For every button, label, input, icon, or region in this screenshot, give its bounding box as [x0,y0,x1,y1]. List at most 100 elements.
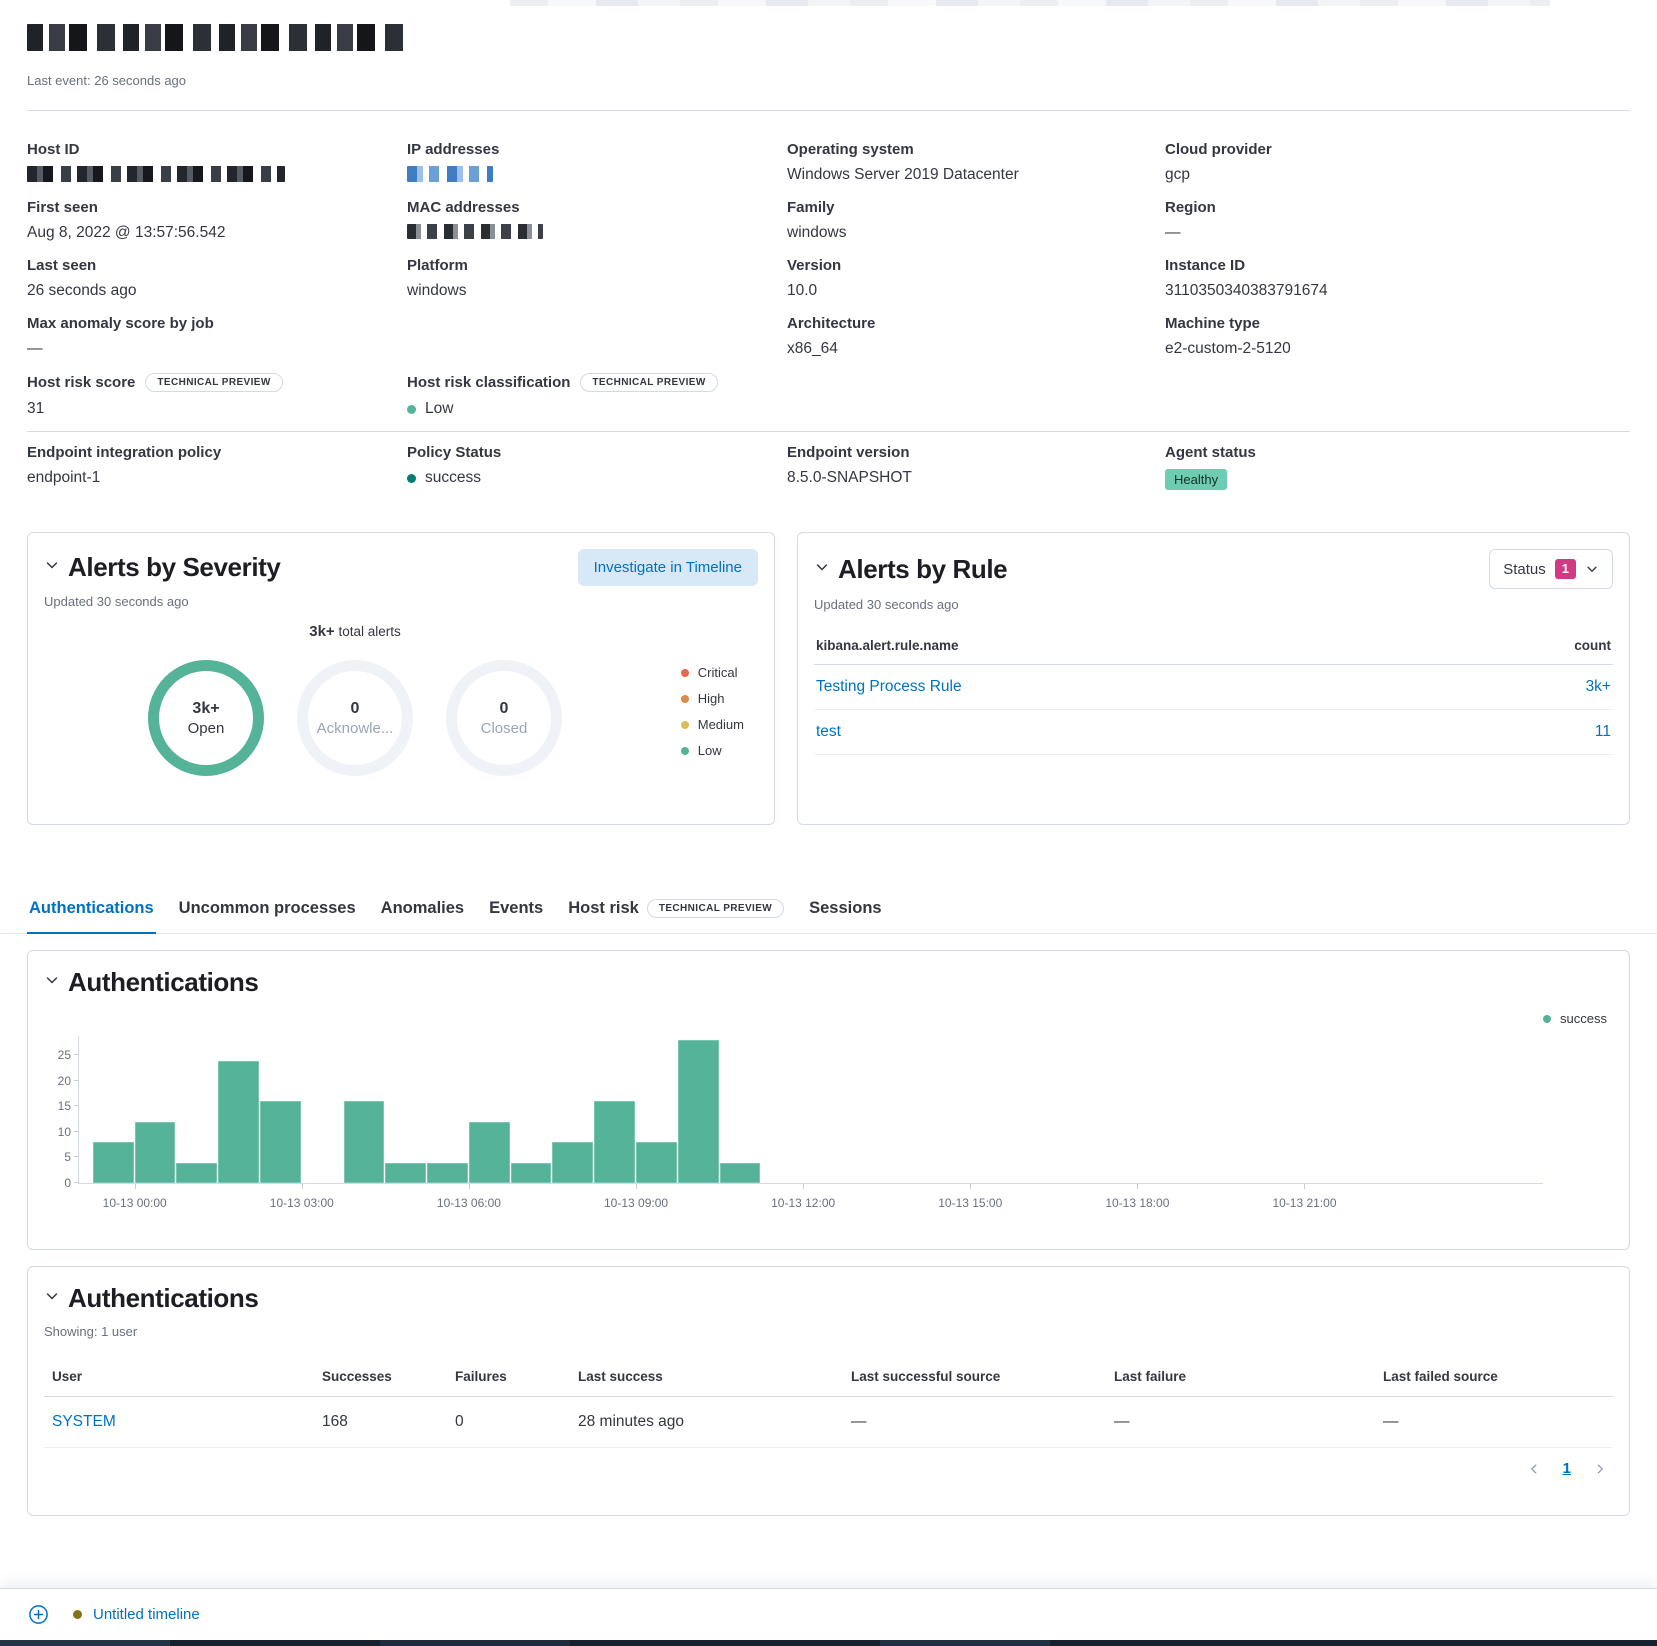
donut-value: 0 [500,700,509,718]
field-value: success [407,469,787,487]
untitled-timeline-link[interactable]: Untitled timeline [93,1606,200,1623]
field-label-row: Policy Status [407,444,787,461]
field-value: e2-custom-2-5120 [1165,340,1630,358]
field-host-risk-score: Host risk scoreTECHNICAL PREVIEW31 [27,373,407,431]
cell-last-failure: — [1106,1397,1375,1448]
field-agent-status: Agent statusHealthy [1165,444,1630,490]
legend-dot [681,669,689,677]
legend-item-critical: Critical [681,665,744,680]
timeline-status-dot [73,1610,82,1619]
field-label-row: Host ID [27,141,407,158]
legend-item-high: High [681,691,744,706]
field-value-text: success [425,469,481,487]
tab-sessions[interactable]: Sessions [807,899,883,934]
field-value-text: 10.0 [787,282,817,300]
bar [469,1122,510,1183]
y-axis-label: 0 [45,1176,71,1190]
authentications-table: UserSuccessesFailuresLast successLast su… [44,1363,1613,1448]
field-value-text: windows [787,224,846,242]
field-label-row: Version [787,257,1165,274]
field-value-text: — [27,340,43,358]
x-axis-tick [302,1184,303,1189]
field-value: gcp [1165,166,1630,184]
field-value-text: x86_64 [787,340,838,358]
bar [218,1061,259,1183]
field-label-row: Agent status [1165,444,1630,461]
y-axis-tick [74,1080,79,1081]
bar [427,1163,468,1183]
field-label-row: Cloud provider [1165,141,1630,158]
cell-user: SYSTEM [44,1397,314,1448]
donut-label: Open [188,720,225,737]
cell-last-successful-source: — [843,1397,1106,1448]
chart-legend: success [1543,1011,1607,1026]
field-label-row: First seen [27,199,407,216]
authentications-table-panel: Authentications Showing: 1 user UserSucc… [27,1266,1630,1516]
status-filter-button[interactable]: Status 1 [1489,549,1613,589]
chevron-down-icon[interactable] [44,972,60,993]
x-axis-label: 10-13 12:00 [771,1196,835,1210]
tab-anomalies[interactable]: Anomalies [379,899,466,934]
field-last-seen: Last seen 26 seconds ago [27,257,407,315]
alerts-by-severity-panel: Alerts by Severity Investigate in Timeli… [27,532,775,825]
page-number[interactable]: 1 [1563,1460,1571,1477]
field-label-row: Machine type [1165,315,1630,332]
field-endpoint-integration-policy: Endpoint integration policyendpoint-1 [27,444,407,490]
field-label: Max anomaly score by job [27,315,214,332]
bar [552,1142,593,1183]
field-architecture: Architecture x86_64 [787,315,1165,373]
field-label: Platform [407,257,468,274]
tab-host-risk[interactable]: Host riskTECHNICAL PREVIEW [566,899,786,934]
tab-authentications[interactable]: Authentications [27,899,156,934]
tab-events[interactable]: Events [487,899,545,934]
column-header-successes: Successes [314,1363,447,1397]
rule-count-link[interactable]: 11 [1595,723,1611,741]
x-axis-tick [636,1184,637,1189]
next-page-button[interactable] [1593,1462,1607,1476]
field-label: Endpoint integration policy [27,444,221,461]
field-label: Host risk classification [407,374,570,391]
y-axis-label: 10 [45,1125,71,1139]
rule-count-link[interactable]: 3k+ [1586,678,1611,696]
previous-page-button[interactable] [1527,1462,1541,1476]
field-label-row: Last seen [27,257,407,274]
investigate-in-timeline-button[interactable]: Investigate in Timeline [578,549,758,586]
field-label: Agent status [1165,444,1256,461]
field-label: Policy Status [407,444,501,461]
column-header-last-success: Last success [570,1363,843,1397]
rule-name-link[interactable]: Testing Process Rule [816,678,962,696]
legend-item-medium: Medium [681,717,744,732]
x-axis-tick [1137,1184,1138,1189]
user-link[interactable]: SYSTEM [52,1413,116,1430]
y-axis-tick [74,1182,79,1183]
field-value [407,166,787,182]
empty-cell [787,373,1165,431]
field-label-row: Architecture [787,315,1165,332]
severity-legend: Critical High Medium Low [681,665,744,758]
legend-label: Low [698,743,722,758]
column-header-last-failed-source: Last failed source [1375,1363,1613,1397]
bar [93,1142,134,1183]
chevron-down-icon[interactable] [814,559,830,580]
y-axis-tick [74,1105,79,1106]
endpoint-overview-grid: Endpoint integration policyendpoint-1Pol… [27,444,1630,500]
chevron-down-icon[interactable] [44,1288,60,1309]
field-value-text: 26 seconds ago [27,282,136,300]
pagination: 1 [44,1460,1613,1477]
authentications-chart-panel: Authentications success 051015202510-13 … [27,950,1630,1250]
rule-name-link[interactable]: test [816,723,841,741]
bar [678,1040,719,1183]
field-value: 8.5.0-SNAPSHOT [787,469,1165,487]
bar [260,1101,301,1183]
tab-label: Host risk [568,899,639,918]
field-value: — [1165,224,1630,242]
field-label: Machine type [1165,315,1260,332]
column-header-user: User [44,1363,314,1397]
tab-uncommon-processes[interactable]: Uncommon processes [177,899,358,934]
tab-label: Authentications [29,899,154,918]
add-timeline-button[interactable] [28,1604,49,1625]
bottom-edge-strip [0,1640,1657,1646]
chevron-down-icon[interactable] [44,557,60,578]
field-label-row: Endpoint version [787,444,1165,461]
legend-item-low: Low [681,743,744,758]
